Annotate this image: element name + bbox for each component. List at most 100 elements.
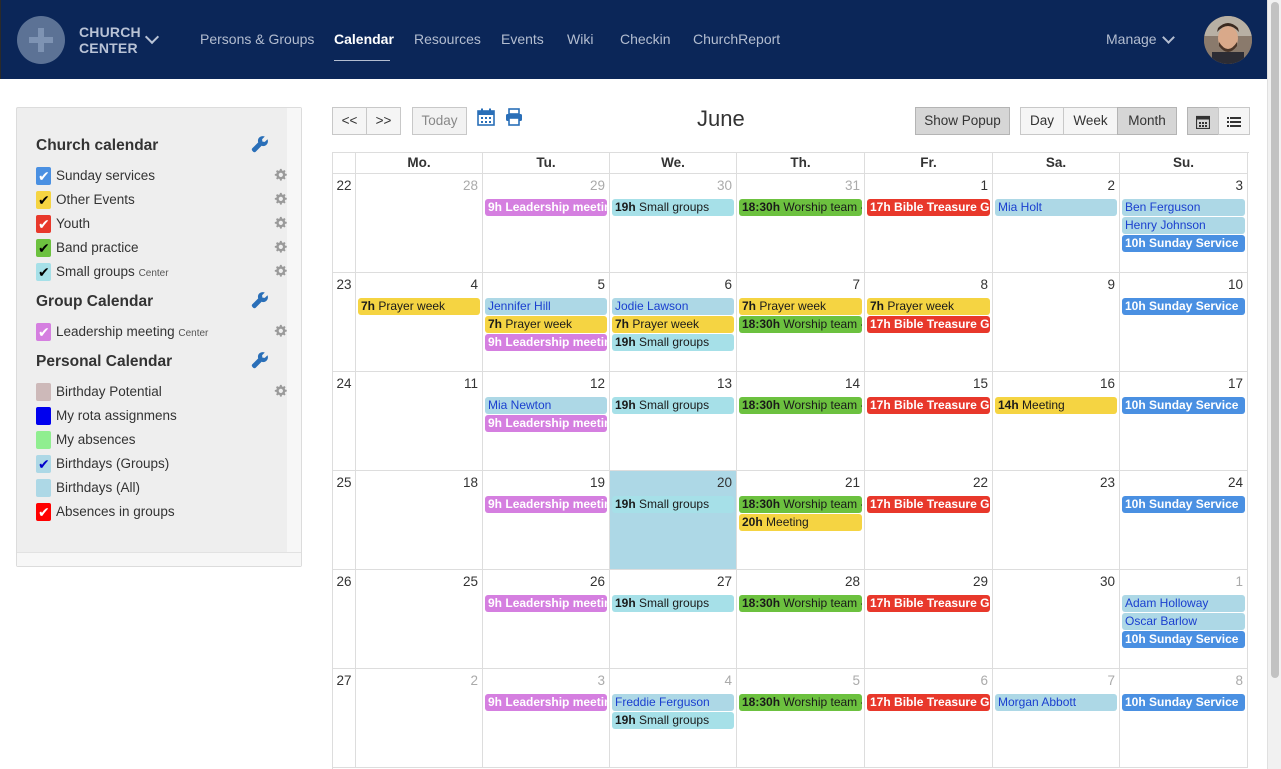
calendar-color-checkbox[interactable] <box>36 383 51 401</box>
calendar-list-item[interactable]: My rota assignmens <box>36 406 276 426</box>
brand-menu[interactable]: CHURCH CENTER <box>79 24 141 56</box>
day-number[interactable]: 3 <box>597 673 605 688</box>
day-number[interactable]: 8 <box>1235 673 1243 688</box>
calendar-event[interactable]: Freddie Ferguson <box>612 694 734 711</box>
calendar-event[interactable]: 9h Leadership meeting <box>485 496 607 513</box>
day-number[interactable]: 19 <box>590 475 605 490</box>
day-cell[interactable]: 18 <box>356 471 483 570</box>
calendar-event[interactable]: Mia Newton <box>485 397 607 414</box>
day-number[interactable]: 5 <box>597 277 605 292</box>
day-number[interactable]: 4 <box>724 673 732 688</box>
month-view-button[interactable]: Month <box>1117 107 1177 135</box>
show-popup-button[interactable]: Show Popup <box>915 107 1010 135</box>
day-cell[interactable]: 3 Ben Ferguson Henry Johnson 10h Sunday Ser… <box>1120 174 1248 273</box>
scrollbar-thumb[interactable] <box>1271 2 1279 678</box>
day-cell[interactable]: 4 Freddie Ferguson 19h Small groups <box>610 669 737 768</box>
calendar-color-checkbox[interactable] <box>36 407 51 425</box>
calendar-event[interactable]: 7h Prayer week <box>485 316 607 333</box>
day-cell[interactable]: 10 10h Sunday Service <box>1120 273 1248 372</box>
calendar-event[interactable]: 17h Bible Treasure Gro <box>867 397 990 414</box>
day-number[interactable]: 10 <box>1228 277 1243 292</box>
day-cell[interactable]: 22 17h Bible Treasure Gro <box>865 471 993 570</box>
calendar-event[interactable]: 17h Bible Treasure Gro <box>867 199 990 216</box>
calendar-event[interactable]: 19h Small groups <box>612 496 734 513</box>
gear-icon[interactable] <box>274 168 288 182</box>
calendar-event[interactable]: 18:30h Worship team - <box>739 199 862 216</box>
day-number[interactable]: 26 <box>590 574 605 589</box>
day-number[interactable]: 25 <box>463 574 478 589</box>
calendar-list-item[interactable]: ✔ Youth <box>36 214 287 234</box>
calendar-event[interactable]: 19h Small groups <box>612 397 734 414</box>
calendar-event[interactable]: Ben Ferguson <box>1122 199 1245 216</box>
day-number[interactable]: 13 <box>717 376 732 391</box>
day-cell[interactable]: 6 Jodie Lawson 7h Prayer week 19h Small gro… <box>610 273 737 372</box>
nav-wiki[interactable]: Wiki <box>567 31 593 47</box>
day-number[interactable]: 28 <box>463 178 478 193</box>
calendar-view-toggle[interactable] <box>1187 107 1219 135</box>
chevron-down-icon[interactable] <box>144 29 160 45</box>
day-cell[interactable]: 7 Morgan Abbott <box>993 669 1120 768</box>
gear-icon[interactable] <box>274 264 288 278</box>
calendar-event[interactable]: 10h Sunday Service <box>1122 397 1245 414</box>
wrench-icon[interactable] <box>251 351 269 369</box>
day-number[interactable]: 30 <box>717 178 732 193</box>
day-number[interactable]: 21 <box>845 475 860 490</box>
day-number[interactable]: 2 <box>1107 178 1115 193</box>
day-number[interactable]: 20 <box>717 475 732 490</box>
day-number[interactable]: 5 <box>852 673 860 688</box>
calendar-event[interactable]: 19h Small groups <box>612 712 734 729</box>
wrench-icon[interactable] <box>251 291 269 309</box>
calendar-event[interactable]: 9h Leadership meeting <box>485 694 607 711</box>
nav-churchreport[interactable]: ChurchReport <box>693 31 780 47</box>
calendar-list-item[interactable]: ✔ Small groups Center <box>36 262 287 282</box>
calendar-event[interactable]: 10h Sunday Service <box>1122 298 1245 315</box>
gear-icon[interactable] <box>274 240 288 254</box>
next-button[interactable]: >> <box>366 107 401 135</box>
calendar-event[interactable]: 10h Sunday Service <box>1122 235 1245 252</box>
calendar-event[interactable]: Morgan Abbott <box>995 694 1117 711</box>
day-cell[interactable]: 27 19h Small groups <box>610 570 737 669</box>
calendar-event[interactable]: Adam Holloway <box>1122 595 1245 612</box>
nav-resources[interactable]: Resources <box>414 31 481 47</box>
day-number[interactable]: 1 <box>980 178 988 193</box>
calendar-event[interactable]: 17h Bible Treasure Gro <box>867 316 990 333</box>
day-cell[interactable]: 30 19h Small groups <box>610 174 737 273</box>
gear-icon[interactable] <box>274 384 288 398</box>
day-view-button[interactable]: Day <box>1020 107 1064 135</box>
day-number[interactable]: 27 <box>717 574 732 589</box>
page-scrollbar[interactable] <box>1267 0 1281 769</box>
calendar-color-checkbox[interactable]: ✔ <box>36 455 51 473</box>
day-cell[interactable]: 17 10h Sunday Service <box>1120 372 1248 471</box>
day-cell[interactable]: 25 <box>356 570 483 669</box>
day-number[interactable]: 2 <box>470 673 478 688</box>
day-cell[interactable]: 28 18:30h Worship team - <box>737 570 865 669</box>
calendar-event[interactable]: 7h Prayer week <box>867 298 990 315</box>
day-cell[interactable]: 11 <box>356 372 483 471</box>
day-number[interactable]: 14 <box>845 376 860 391</box>
day-cell[interactable]: 9 <box>993 273 1120 372</box>
calendar-event[interactable]: Jodie Lawson <box>612 298 734 315</box>
nav-events[interactable]: Events <box>501 31 544 47</box>
day-cell[interactable]: 15 17h Bible Treasure Gro <box>865 372 993 471</box>
day-cell[interactable]: 16 14h Meeting <box>993 372 1120 471</box>
calendar-event[interactable]: 7h Prayer week <box>358 298 480 315</box>
calendar-list-item[interactable]: ✔ Absences in groups <box>36 502 276 522</box>
day-number[interactable]: 4 <box>470 277 478 292</box>
calendar-color-checkbox[interactable] <box>36 479 51 497</box>
calendar-event[interactable]: 9h Leadership meeting <box>485 334 607 351</box>
day-number[interactable]: 18 <box>463 475 478 490</box>
day-cell[interactable]: 23 <box>993 471 1120 570</box>
day-cell[interactable]: 21 18:30h Worship team -20h Meeting <box>737 471 865 570</box>
day-number[interactable]: 23 <box>1100 475 1115 490</box>
calendar-event[interactable]: 18:30h Worship team - <box>739 316 862 333</box>
calendar-event[interactable]: 10h Sunday Service <box>1122 631 1245 648</box>
day-number[interactable]: 24 <box>1228 475 1243 490</box>
today-button[interactable]: Today <box>412 107 467 135</box>
calendar-list-item[interactable]: ✔ Leadership meeting Center <box>36 322 287 342</box>
day-cell[interactable]: 12 Mia Newton 9h Leadership meeting <box>483 372 610 471</box>
day-number[interactable]: 29 <box>590 178 605 193</box>
day-cell[interactable]: 6 17h Bible Treasure Gro <box>865 669 993 768</box>
calendar-list-item[interactable]: My absences <box>36 430 276 450</box>
day-cell[interactable]: 5 Jennifer Hill 7h Prayer week 9h Leadershi… <box>483 273 610 372</box>
chevron-down-icon[interactable] <box>1162 31 1175 44</box>
